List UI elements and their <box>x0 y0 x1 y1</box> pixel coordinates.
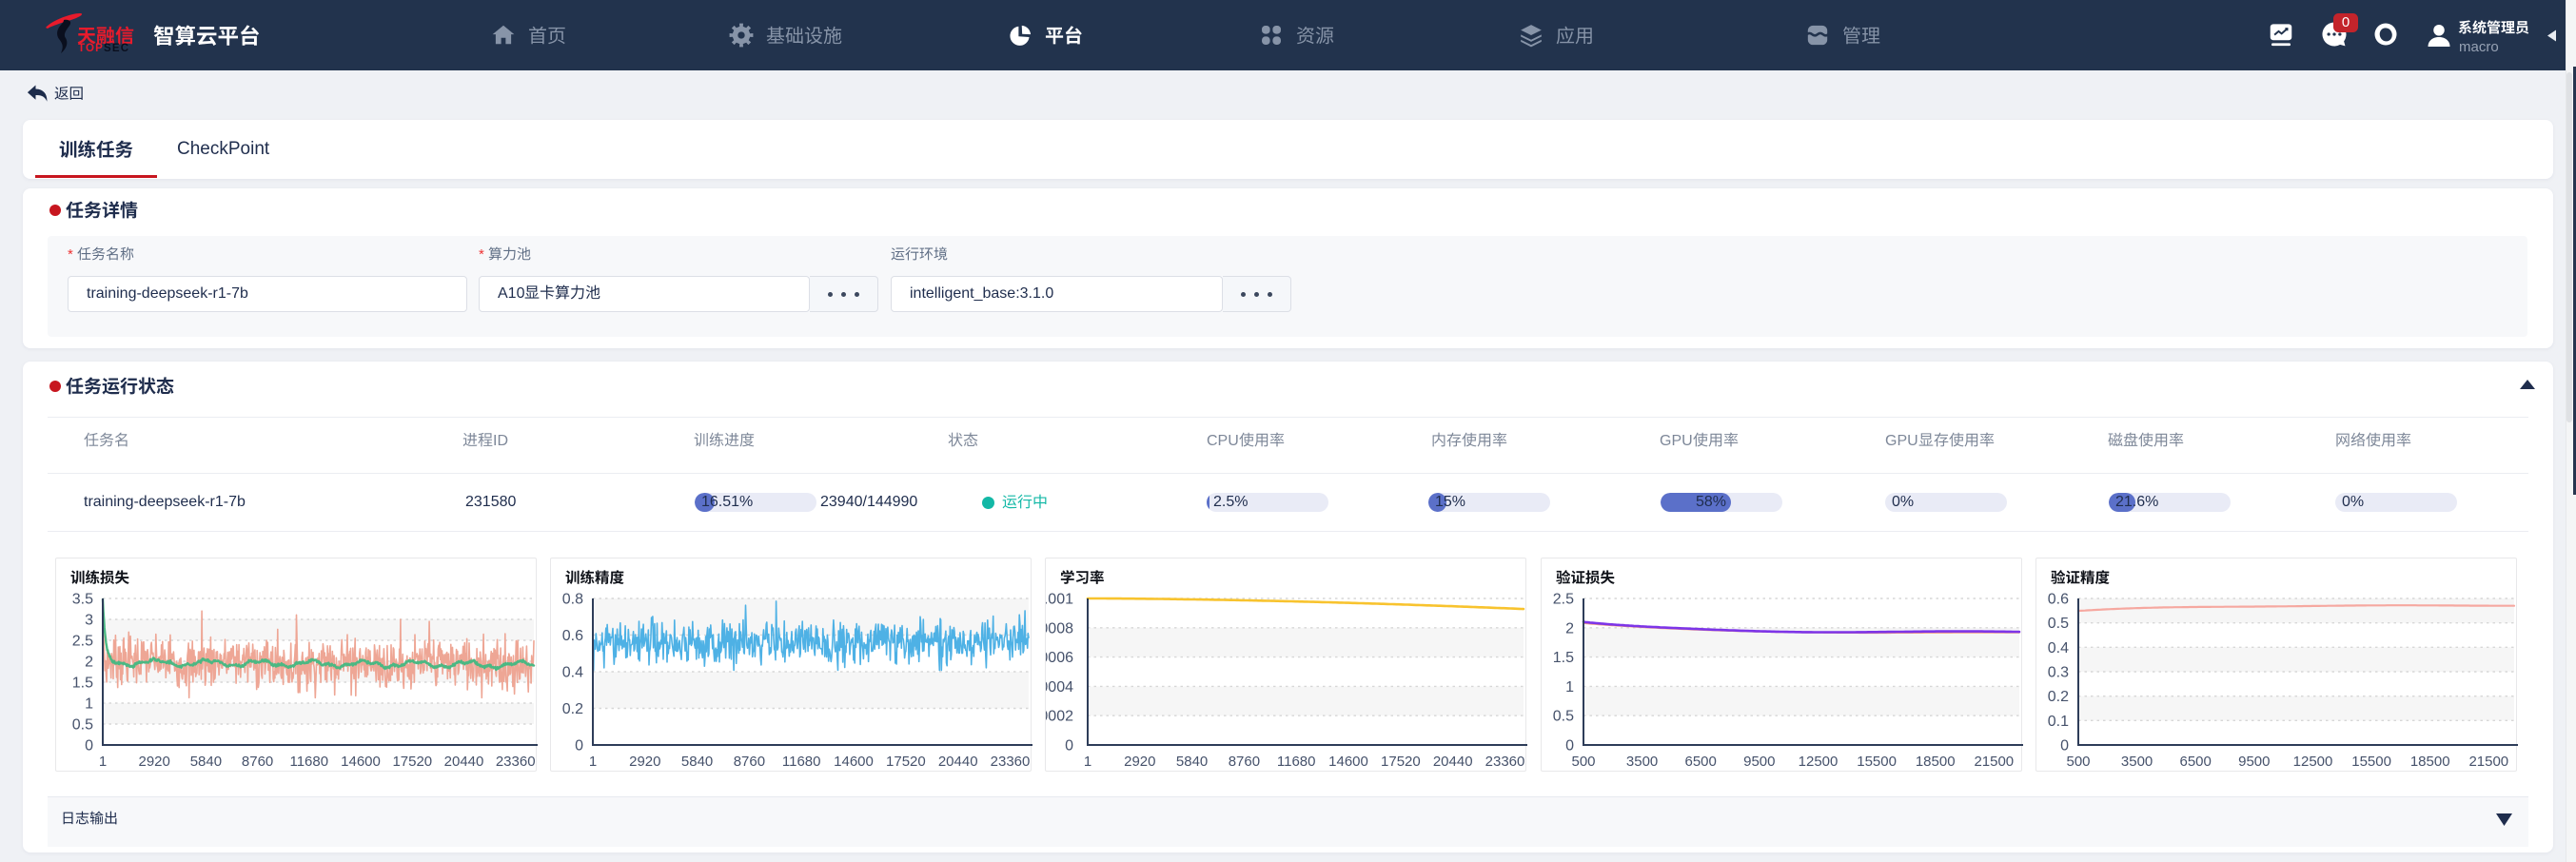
svg-text:23360: 23360 <box>1485 754 1525 770</box>
svg-text:12500: 12500 <box>1799 754 1839 770</box>
svg-text:0.8: 0.8 <box>562 592 583 608</box>
svg-text:8760: 8760 <box>734 754 765 770</box>
svg-text:8760: 8760 <box>1229 754 1260 770</box>
svg-text:1.5: 1.5 <box>1553 650 1574 666</box>
svg-text:17520: 17520 <box>392 754 432 770</box>
svg-text:15500: 15500 <box>1857 754 1897 770</box>
svg-text:0.4: 0.4 <box>562 665 583 681</box>
svg-text:3: 3 <box>85 613 93 629</box>
svg-text:1: 1 <box>99 754 107 770</box>
svg-text:14600: 14600 <box>1328 754 1368 770</box>
svg-text:17520: 17520 <box>1381 754 1421 770</box>
svg-text:0: 0 <box>85 738 93 754</box>
svg-text:0.1: 0.1 <box>2048 714 2069 730</box>
svg-text:3.5: 3.5 <box>72 592 93 608</box>
svg-text:0.3: 0.3 <box>2048 665 2069 681</box>
svg-text:6500: 6500 <box>1685 754 1717 770</box>
svg-text:9500: 9500 <box>2238 754 2270 770</box>
svg-text:17520: 17520 <box>886 754 926 770</box>
svg-text:0.0008: 0.0008 <box>1046 620 1073 637</box>
svg-text:18500: 18500 <box>2410 754 2450 770</box>
svg-text:2: 2 <box>85 655 93 671</box>
svg-text:11680: 11680 <box>782 754 821 770</box>
svg-text:15500: 15500 <box>2351 754 2391 770</box>
svg-text:1: 1 <box>85 696 93 713</box>
svg-text:2920: 2920 <box>139 754 170 770</box>
svg-text:0.5: 0.5 <box>1553 709 1574 725</box>
svg-text:2.5: 2.5 <box>72 634 93 650</box>
svg-text:0: 0 <box>1065 738 1073 754</box>
svg-text:1.5: 1.5 <box>72 676 93 692</box>
svg-text:6500: 6500 <box>2180 754 2212 770</box>
svg-text:21500: 21500 <box>1974 754 2014 770</box>
svg-text:1: 1 <box>1084 754 1091 770</box>
svg-text:500: 500 <box>1571 754 1595 770</box>
svg-text:3500: 3500 <box>2121 754 2153 770</box>
svg-text:8760: 8760 <box>242 754 273 770</box>
svg-text:0: 0 <box>1565 738 1574 754</box>
svg-text:23360: 23360 <box>991 754 1031 770</box>
svg-text:20440: 20440 <box>444 754 484 770</box>
svg-text:11680: 11680 <box>1277 754 1316 770</box>
svg-text:20440: 20440 <box>1433 754 1473 770</box>
svg-text:3500: 3500 <box>1626 754 1658 770</box>
svg-text:2: 2 <box>1565 620 1574 637</box>
svg-text:0: 0 <box>2060 738 2069 754</box>
svg-text:0.4: 0.4 <box>2048 640 2069 656</box>
svg-text:1: 1 <box>589 754 597 770</box>
svg-text:1: 1 <box>1565 679 1574 695</box>
svg-text:14600: 14600 <box>341 754 381 770</box>
svg-text:0: 0 <box>575 738 583 754</box>
svg-text:2920: 2920 <box>629 754 660 770</box>
svg-text:0.0004: 0.0004 <box>1046 679 1073 695</box>
svg-text:11680: 11680 <box>289 754 328 770</box>
svg-text:20440: 20440 <box>938 754 978 770</box>
svg-text:0.6: 0.6 <box>2048 592 2069 608</box>
svg-text:2920: 2920 <box>1124 754 1155 770</box>
svg-text:0.6: 0.6 <box>562 628 583 644</box>
svg-text:0.0002: 0.0002 <box>1046 709 1073 725</box>
svg-text:5840: 5840 <box>681 754 713 770</box>
svg-text:5840: 5840 <box>1176 754 1208 770</box>
svg-text:0.2: 0.2 <box>2048 689 2069 705</box>
svg-text:5840: 5840 <box>190 754 222 770</box>
svg-text:0.5: 0.5 <box>72 717 93 734</box>
svg-text:9500: 9500 <box>1743 754 1775 770</box>
svg-text:21500: 21500 <box>2468 754 2508 770</box>
svg-text:23360: 23360 <box>496 754 536 770</box>
svg-text:18500: 18500 <box>1916 754 1956 770</box>
svg-text:14600: 14600 <box>834 754 874 770</box>
svg-text:0.5: 0.5 <box>2048 616 2069 632</box>
svg-text:0.0006: 0.0006 <box>1046 650 1073 666</box>
svg-text:0.2: 0.2 <box>562 701 583 717</box>
svg-text:12500: 12500 <box>2293 754 2333 770</box>
svg-text:500: 500 <box>2066 754 2090 770</box>
svg-text:0.001: 0.001 <box>1046 592 1073 608</box>
svg-text:2.5: 2.5 <box>1553 592 1574 608</box>
